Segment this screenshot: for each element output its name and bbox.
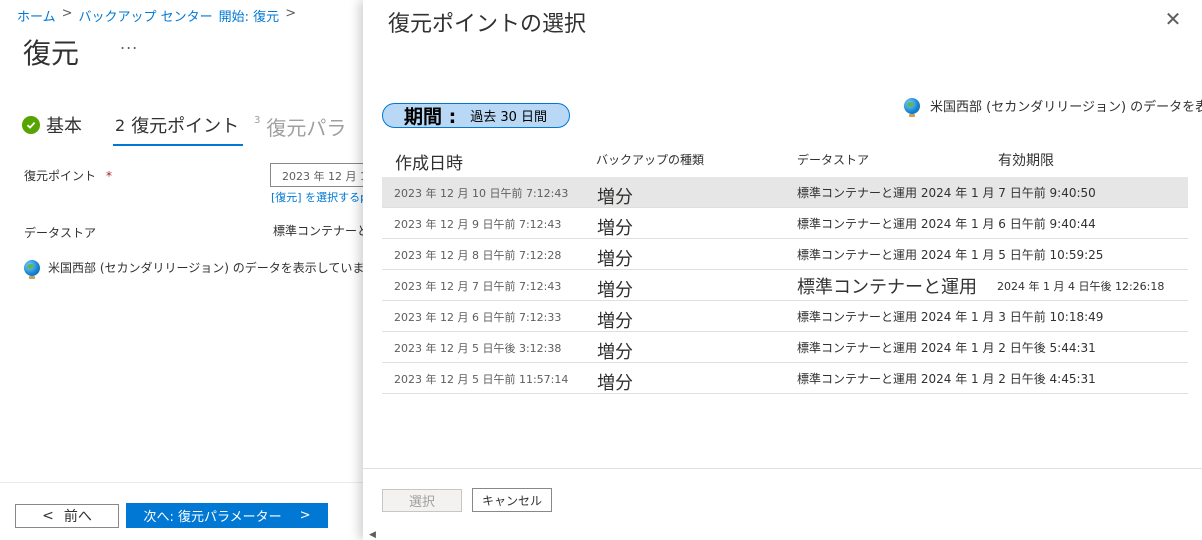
- cell-backup-type: 増分: [597, 186, 633, 208]
- cell-datastore: 標準コンテナーと運用 2024 年 1 月 3 日午前 10:18:49: [797, 301, 1103, 332]
- globe-icon: [904, 97, 920, 117]
- cell-datastore: 標準コンテナーと運用: [797, 276, 977, 298]
- page: ホーム > バックアップ センター 開始: 復元 > 復元 ... 基本 2 復…: [0, 0, 1202, 540]
- restore-wizard-pane: ホーム > バックアップ センター 開始: 復元 > 復元 ... 基本 2 復…: [0, 0, 380, 540]
- breadcrumb-separator: >: [285, 6, 297, 21]
- cell-datastore-text: 標準コンテナーと運用: [797, 186, 918, 200]
- breadcrumb: ホーム > バックアップ センター 開始: 復元 >: [17, 6, 296, 25]
- datastore-label: データストア: [24, 226, 97, 240]
- grid-header: 作成日時 バックアップの種類 データストア 有効期限: [382, 148, 1188, 176]
- cell-created: 2023 年 12 月 5 日午後 3:12:38: [394, 341, 562, 355]
- tab-restore-parameters[interactable]: 3 復元パラ: [254, 112, 346, 141]
- required-mark: *: [106, 169, 113, 183]
- breadcrumb-home[interactable]: ホーム: [17, 6, 56, 25]
- chevron-right-icon: >: [299, 508, 311, 523]
- cell-datastore-text: 標準コンテナーと運用: [797, 248, 918, 262]
- cell-datastore: 標準コンテナーと運用 2024 年 1 月 7 日午前 9:40:50: [797, 177, 1096, 208]
- previous-button[interactable]: < 前へ: [15, 504, 119, 528]
- cell-created: 2023 年 12 月 10 日午前 7:12:43: [394, 186, 569, 200]
- table-row[interactable]: 2023 年 12 月 10 日午前 7:12:43 増分 標準コンテナーと運用…: [382, 177, 1188, 208]
- globe-icon: [24, 259, 40, 279]
- tab-basics[interactable]: 基本: [22, 112, 82, 138]
- breadcrumb-backup-center[interactable]: バックアップ センター: [79, 6, 213, 25]
- restore-points-grid: 2023 年 12 月 10 日午前 7:12:43 増分 標準コンテナーと運用…: [382, 177, 1188, 394]
- cell-expiry: 2024 年 1 月 5 日午前 10:59:25: [920, 248, 1104, 262]
- cell-datastore: 標準コンテナーと運用 2024 年 1 月 5 日午前 10:59:25: [797, 239, 1103, 270]
- cell-datastore-text: 標準コンテナーと運用: [797, 372, 918, 386]
- scroll-left-icon[interactable]: ◀: [369, 530, 376, 540]
- blade-title: 復元ポイントの選択: [388, 12, 587, 37]
- cell-created: 2023 年 12 月 9 日午前 7:12:43: [394, 217, 562, 231]
- cell-backup-type: 増分: [597, 217, 633, 239]
- close-icon[interactable]: ✕: [1162, 7, 1184, 31]
- breadcrumb-separator: >: [61, 6, 73, 21]
- cell-backup-type: 増分: [597, 248, 633, 270]
- checkmark-icon: [22, 116, 40, 134]
- select-button[interactable]: 選択: [382, 489, 462, 512]
- cell-created: 2023 年 12 月 7 日午前 7:12:43: [394, 279, 562, 293]
- step-number: 3: [254, 115, 261, 126]
- period-value: 過去 30 日間: [470, 110, 548, 125]
- cell-created: 2023 年 12 月 6 日午前 7:12:33: [394, 310, 562, 324]
- period-filter-pill[interactable]: 期間 : 過去 30 日間: [382, 103, 570, 128]
- step-number: 2: [115, 115, 126, 135]
- region-indicator: 米国西部 (セカンダリリージョン) のデータを表示: [904, 96, 1202, 117]
- cell-backup-type: 増分: [597, 279, 633, 301]
- table-row[interactable]: 2023 年 12 月 5 日午後 3:12:38 増分 標準コンテナーと運用 …: [382, 332, 1188, 363]
- region-indicator-text: 米国西部 (セカンダリリージョン) のデータを表示: [930, 100, 1202, 115]
- table-row[interactable]: 2023 年 12 月 9 日午前 7:12:43 増分 標準コンテナーと運用 …: [382, 208, 1188, 239]
- tab-basics-label: 基本: [46, 116, 82, 137]
- cell-expiry: 2024 年 1 月 3 日午前 10:18:49: [920, 310, 1104, 324]
- table-row[interactable]: 2023 年 12 月 5 日午前 11:57:14 増分 標準コンテナーと運用…: [382, 363, 1188, 394]
- cancel-button[interactable]: キャンセル: [472, 488, 552, 512]
- column-header-datastore[interactable]: データストア: [797, 151, 869, 168]
- breadcrumb-start-restore[interactable]: 開始: 復元: [219, 6, 280, 25]
- tab-restore-point[interactable]: 2 復元ポイント: [112, 112, 244, 146]
- column-header-backup-type[interactable]: バックアップの種類: [596, 151, 704, 168]
- previous-button-label: 前へ: [63, 509, 92, 525]
- restore-point-label: 復元ポイント *: [24, 167, 112, 184]
- tab-restore-point-label: 復元ポイント: [131, 116, 240, 137]
- cell-backup-type: 増分: [597, 372, 633, 394]
- cell-datastore: 標準コンテナーと運用 2024 年 1 月 2 日午後 5:44:31: [797, 332, 1096, 363]
- cell-expiry: 2024 年 1 月 6 日午前 9:40:44: [920, 217, 1096, 231]
- page-title: 復元: [23, 37, 80, 70]
- cell-expiry: 2024 年 1 月 2 日午後 5:44:31: [920, 341, 1096, 355]
- table-row[interactable]: 2023 年 12 月 7 日午前 7:12:43 増分 標準コンテナーと運用 …: [382, 270, 1188, 301]
- cell-datastore-text: 標準コンテナーと運用: [797, 341, 918, 355]
- cell-created: 2023 年 12 月 8 日午前 7:12:28: [394, 248, 562, 262]
- cell-expiry: 2024 年 1 月 2 日午後 4:45:31: [920, 372, 1096, 386]
- region-note-text: 米国西部 (セカンダリリージョン) のデータを表示しています: [48, 261, 377, 275]
- select-restore-point-link[interactable]: [復元] を選択するp: [271, 189, 367, 205]
- table-row[interactable]: 2023 年 12 月 6 日午前 7:12:33 増分 標準コンテナーと運用 …: [382, 301, 1188, 332]
- cell-backup-type: 増分: [597, 341, 633, 363]
- table-row[interactable]: 2023 年 12 月 8 日午前 7:12:28 増分 標準コンテナーと運用 …: [382, 239, 1188, 270]
- cell-datastore-text: 標準コンテナーと運用: [797, 310, 918, 324]
- datastore-value: 標準コンテナーと: [273, 224, 370, 238]
- next-button[interactable]: 次へ: 復元パラメーター >: [126, 503, 328, 528]
- blade-footer-divider: [363, 468, 1202, 469]
- select-restore-point-blade: 復元ポイントの選択 ✕ 期間 : 過去 30 日間 米国西部 (セカンダリリージ…: [363, 0, 1202, 540]
- period-label: 期間 :: [404, 106, 457, 128]
- column-header-expiry[interactable]: 有効期限: [998, 150, 1054, 170]
- cell-expiry: 2024 年 1 月 7 日午前 9:40:50: [920, 186, 1096, 200]
- tab-restore-parameters-label: 復元パラ: [266, 116, 347, 140]
- cell-datastore: 標準コンテナーと運用 2024 年 1 月 2 日午後 4:45:31: [797, 363, 1096, 394]
- cell-datastore-text: 標準コンテナーと運用: [797, 217, 918, 231]
- cell-datastore: 標準コンテナーと運用 2024 年 1 月 6 日午前 9:40:44: [797, 208, 1096, 239]
- column-header-created[interactable]: 作成日時: [395, 149, 463, 174]
- restore-point-label-text: 復元ポイント: [24, 169, 97, 183]
- cell-expiry: 2024 年 1 月 4 日午後 12:26:18: [997, 279, 1165, 293]
- cell-created: 2023 年 12 月 5 日午前 11:57:14: [394, 372, 569, 386]
- more-options-icon[interactable]: ...: [120, 34, 138, 53]
- region-note: 米国西部 (セカンダリリージョン) のデータを表示しています: [24, 259, 377, 279]
- cell-backup-type: 増分: [597, 310, 633, 332]
- next-button-label: 次へ: 復元パラメーター: [143, 510, 282, 525]
- chevron-left-icon: <: [42, 508, 54, 524]
